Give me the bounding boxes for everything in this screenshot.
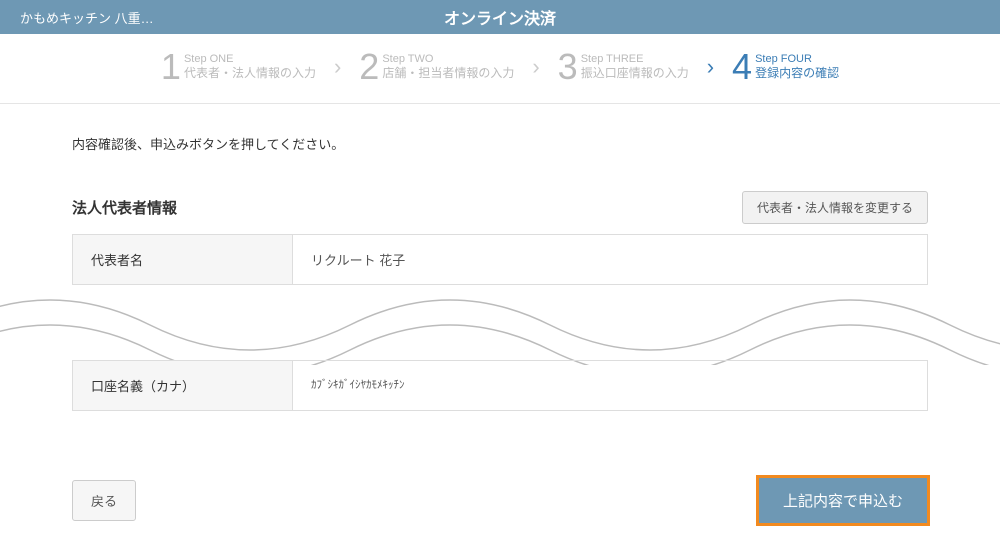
step-number: 4 [732,49,752,85]
table-row: 口座名義（カナ） ｶﾌﾞｼｷｶﾞｲｼﾔｶﾓﾒｷｯﾁﾝ [73,361,927,410]
ellipsis-wave-decoration [0,285,1000,365]
row-label: 口座名義（カナ） [73,361,293,410]
step-4: 4 Step FOUR 登録内容の確認 [732,49,839,85]
step-number: 1 [161,49,181,85]
step-label: Step FOUR [755,52,839,66]
row-value: ｶﾌﾞｼｷｶﾞｲｼﾔｶﾓﾒｷｯﾁﾝ [293,361,927,410]
step-desc: 振込口座情報の入力 [581,66,689,82]
step-3: 3 Step THREE 振込口座情報の入力 [558,49,689,85]
representative-info-table: 代表者名 リクルート 花子 [72,234,928,285]
step-number: 3 [558,49,578,85]
section-header: 法人代表者情報 代表者・法人情報を変更する [72,191,928,224]
back-button[interactable]: 戻る [72,480,136,521]
step-label: Step THREE [581,52,689,66]
content-area: 内容確認後、申込みボタンを押してください。 法人代表者情報 代表者・法人情報を変… [0,104,1000,285]
edit-representative-button[interactable]: 代表者・法人情報を変更する [742,191,928,224]
step-2: 2 Step TWO 店舗・担当者情報の入力 [359,49,514,85]
account-info-table: 口座名義（カナ） ｶﾌﾞｼｷｶﾞｲｼﾔｶﾓﾒｷｯﾁﾝ [72,360,928,411]
table-row: 代表者名 リクルート 花子 [73,235,927,284]
chevron-right-icon: › [707,54,714,80]
instruction-text: 内容確認後、申込みボタンを押してください。 [72,134,928,153]
step-label: Step ONE [184,52,316,66]
step-label: Step TWO [382,52,514,66]
section-title: 法人代表者情報 [72,197,177,218]
chevron-right-icon: › [532,54,539,80]
shop-name: かもめキッチン 八重… [20,8,154,27]
step-indicator: 1 Step ONE 代表者・法人情報の入力 › 2 Step TWO 店舗・担… [0,34,1000,104]
submit-button[interactable]: 上記内容で申込む [756,475,930,526]
step-desc: 店舗・担当者情報の入力 [382,66,514,82]
footer-actions: 戻る 上記内容で申込む [72,475,930,526]
chevron-right-icon: › [334,54,341,80]
step-1: 1 Step ONE 代表者・法人情報の入力 [161,49,316,85]
header: かもめキッチン 八重… オンライン決済 [0,0,1000,34]
step-number: 2 [359,49,379,85]
step-desc: 登録内容の確認 [755,66,839,82]
page-title: オンライン決済 [444,5,556,29]
step-desc: 代表者・法人情報の入力 [184,66,316,82]
row-value: リクルート 花子 [293,235,927,284]
row-label: 代表者名 [73,235,293,284]
account-info-section: 口座名義（カナ） ｶﾌﾞｼｷｶﾞｲｼﾔｶﾓﾒｷｯﾁﾝ [72,360,928,411]
